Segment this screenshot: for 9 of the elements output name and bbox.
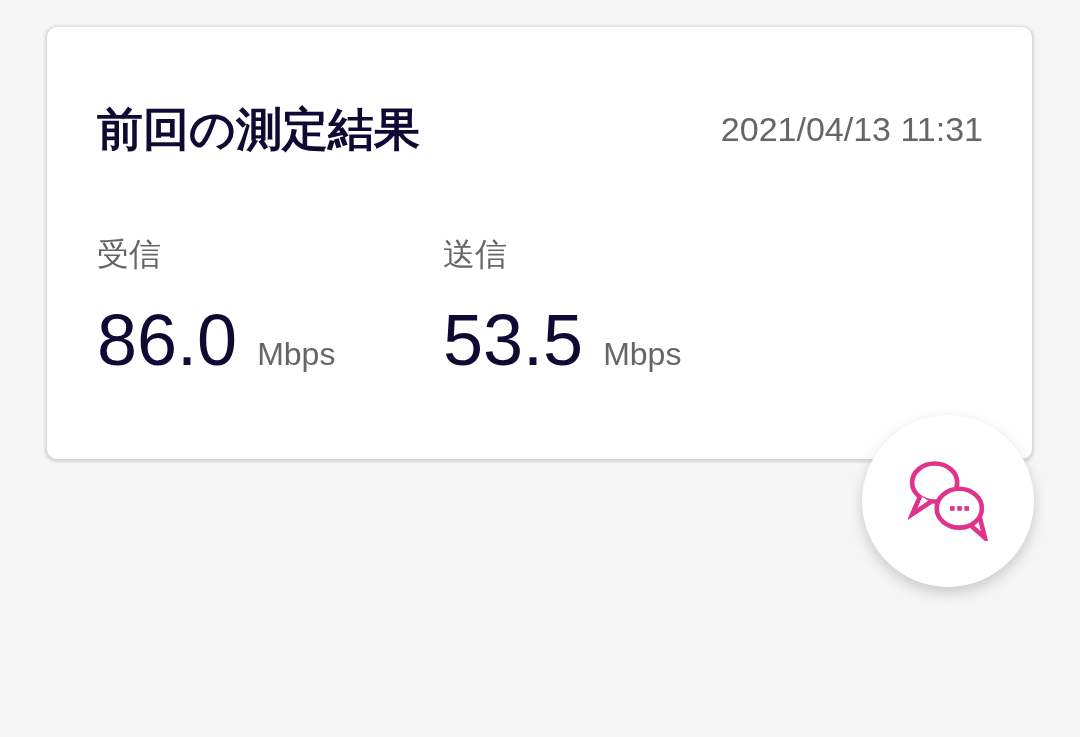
metric-label: 送信: [443, 234, 507, 274]
metric-value: 86.0: [97, 300, 238, 380]
metric-unit: Mbps: [257, 336, 336, 373]
timestamp: 2021/04/13 11:31: [720, 109, 983, 149]
metric-value: 53.5: [443, 300, 584, 380]
metric-unit: Mbps: [603, 336, 682, 373]
metric-label: 受信: [97, 234, 161, 274]
card-title: 前回の測定結果: [97, 101, 420, 158]
chat-bubbles-icon: [908, 461, 988, 541]
